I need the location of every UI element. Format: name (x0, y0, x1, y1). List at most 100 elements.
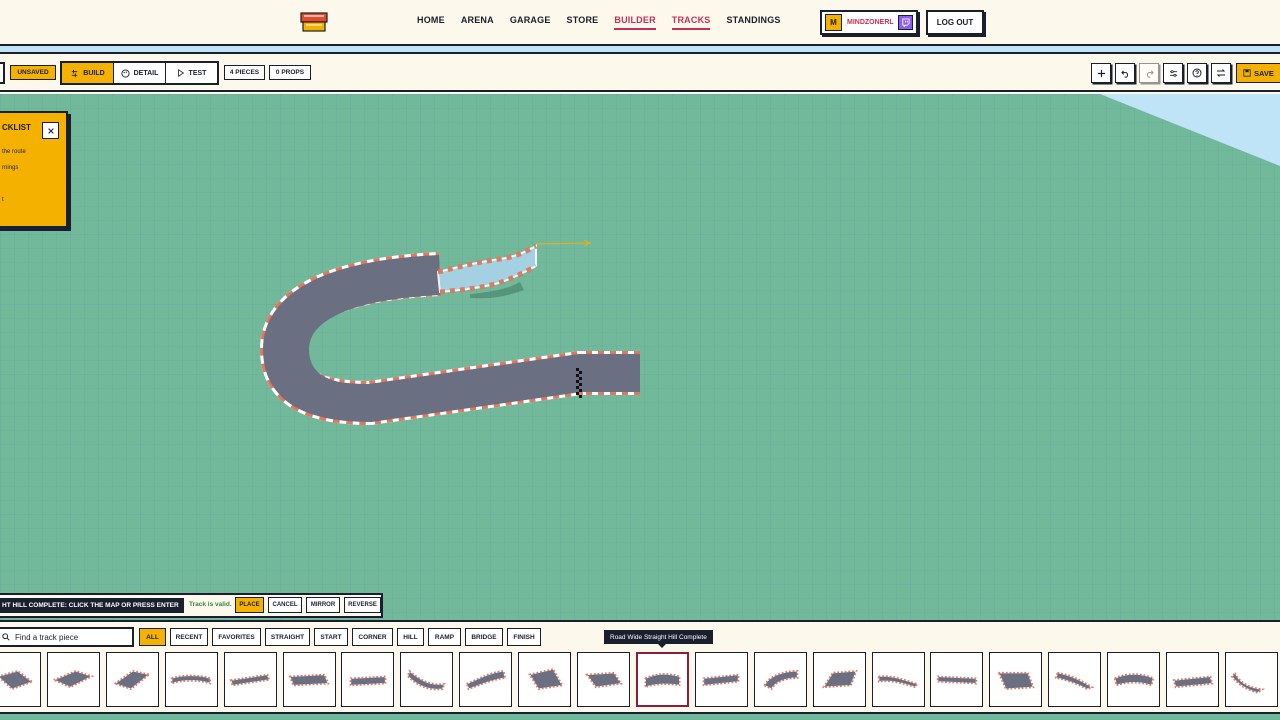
piece-tile[interactable] (1166, 652, 1219, 707)
mirror-button[interactable]: MIRROR (306, 597, 340, 613)
placement-instruction: HT HILL COMPLETE: CLICK THE MAP OR PRESS… (0, 598, 184, 613)
piece-thumbnail (349, 675, 387, 686)
place-button[interactable]: PLACE (235, 597, 264, 613)
checklist-panel: CKLIST the route rnings t (0, 111, 68, 228)
undo-button[interactable] (1115, 63, 1135, 83)
track-valid-message: Track is valid. (189, 601, 232, 608)
palette-icon (121, 68, 130, 78)
toolbar-back-button[interactable] (0, 62, 5, 84)
mode-build-button[interactable]: BUILD (62, 63, 114, 83)
filter-recent[interactable]: RECENT (170, 628, 208, 646)
piece-tile[interactable] (0, 652, 41, 707)
piece-thumbnail (113, 669, 152, 690)
piece-thumbnail (406, 668, 446, 690)
piece-tile[interactable] (282, 652, 336, 707)
piece-thumbnail (1054, 671, 1094, 690)
mode-switcher: BUILD DETAIL TEST (60, 61, 219, 85)
save-icon (1243, 69, 1251, 77)
plus-icon (1097, 69, 1105, 77)
piece-thumbnail (997, 671, 1035, 690)
piece-thumbnail (1230, 670, 1266, 694)
piece-thumbnail (1113, 672, 1154, 687)
piece-thumbnail (877, 674, 919, 688)
piece-thumbnail (527, 667, 564, 690)
piece-tile[interactable] (1107, 652, 1161, 707)
piece-thumbnail (821, 669, 858, 688)
piece-tile[interactable] (400, 652, 454, 707)
piece-thumbnail (702, 673, 740, 686)
piece-tile[interactable] (223, 652, 277, 707)
user-profile-box[interactable]: M MINDZONERL (820, 10, 918, 35)
swap-icon (1216, 69, 1226, 77)
filter-hill[interactable]: HILL (397, 628, 424, 646)
mode-detail-button[interactable]: DETAIL (114, 63, 166, 83)
sky-strip (0, 46, 1280, 54)
settings-button[interactable] (1163, 63, 1183, 83)
piece-tile[interactable] (577, 652, 630, 707)
add-button[interactable] (1091, 63, 1111, 83)
piece-tile[interactable] (694, 652, 748, 707)
piece-search-box[interactable] (0, 627, 134, 647)
nav-store[interactable]: STORE (567, 15, 599, 30)
filter-straight[interactable]: STRAIGHT (265, 628, 310, 646)
cancel-button[interactable]: CANCEL (268, 597, 302, 613)
piece-tile[interactable] (518, 652, 572, 707)
piece-tile[interactable] (871, 652, 925, 707)
piece-thumbnail (763, 669, 799, 690)
piece-tile[interactable] (341, 652, 395, 707)
logout-button[interactable]: LOG OUT (926, 10, 984, 35)
help-button[interactable] (1187, 63, 1207, 83)
piece-tile[interactable] (459, 652, 513, 707)
piece-thumbnail (0, 669, 34, 690)
piece-thumbnail (229, 673, 271, 686)
piece-tile-selected[interactable] (635, 652, 689, 707)
piece-tile[interactable] (930, 652, 984, 707)
swap-button[interactable] (1211, 63, 1231, 83)
mode-test-button[interactable]: TEST (166, 63, 217, 83)
filter-favorites[interactable]: FAVORITES (212, 628, 261, 646)
piece-tile[interactable] (46, 652, 100, 707)
piece-tile[interactable] (989, 652, 1043, 707)
piece-tile[interactable] (105, 652, 159, 707)
filter-all[interactable]: ALL (139, 628, 166, 646)
checklist-close-button[interactable] (42, 122, 59, 139)
piece-thumbnail (584, 671, 623, 688)
nav-garage[interactable]: GARAGE (510, 15, 551, 30)
piece-tile[interactable] (753, 652, 807, 707)
mode-build-label: BUILD (83, 69, 105, 77)
piece-thumbnail (1172, 674, 1213, 688)
piece-tile[interactable] (1048, 652, 1102, 707)
track-viewport[interactable] (0, 94, 1280, 620)
reverse-button[interactable]: REVERSE (344, 597, 381, 613)
piece-tile[interactable] (1224, 652, 1278, 707)
nav-arena[interactable]: ARENA (461, 15, 494, 30)
piece-library-panel: ALL RECENT FAVORITES STRAIGHT START CORN… (0, 620, 1280, 720)
piece-tile[interactable] (812, 652, 866, 707)
filter-finish[interactable]: FINISH (507, 628, 541, 646)
twitch-icon[interactable] (898, 15, 913, 30)
filter-bridge[interactable]: BRIDGE (465, 628, 503, 646)
builder-toolbar: UNSAVED BUILD DETAIL TEST 4 PIECES 0 PRO… (0, 56, 1280, 92)
track-scene[interactable] (0, 94, 1280, 620)
piece-search-input[interactable] (15, 632, 115, 642)
piece-tile[interactable] (164, 652, 218, 707)
checklist-item: rnings (2, 165, 19, 171)
nav-standings[interactable]: STANDINGS (726, 15, 780, 30)
filter-ramp[interactable]: RAMP (428, 628, 461, 646)
redo-icon (1146, 69, 1154, 78)
props-count-badge: 0 PROPS (269, 65, 311, 80)
close-icon (47, 127, 54, 134)
save-label: SAVE (1254, 68, 1274, 78)
redo-button[interactable] (1139, 63, 1159, 83)
username: MINDZONERL (847, 19, 894, 26)
game-logo[interactable] (300, 11, 328, 33)
save-button[interactable]: SAVE (1236, 63, 1280, 83)
nav-builder[interactable]: BUILDER (614, 15, 656, 30)
filter-start[interactable]: START (314, 628, 348, 646)
mode-detail-label: DETAIL (133, 69, 159, 77)
nav-tracks[interactable]: TRACKS (671, 15, 711, 30)
checklist-item: t (2, 197, 4, 203)
top-navigation: HOME ARENA GARAGE STORE BUILDER TRACKS S… (0, 0, 1280, 46)
nav-home[interactable]: HOME (417, 15, 445, 30)
filter-corner[interactable]: CORNER (352, 628, 393, 646)
